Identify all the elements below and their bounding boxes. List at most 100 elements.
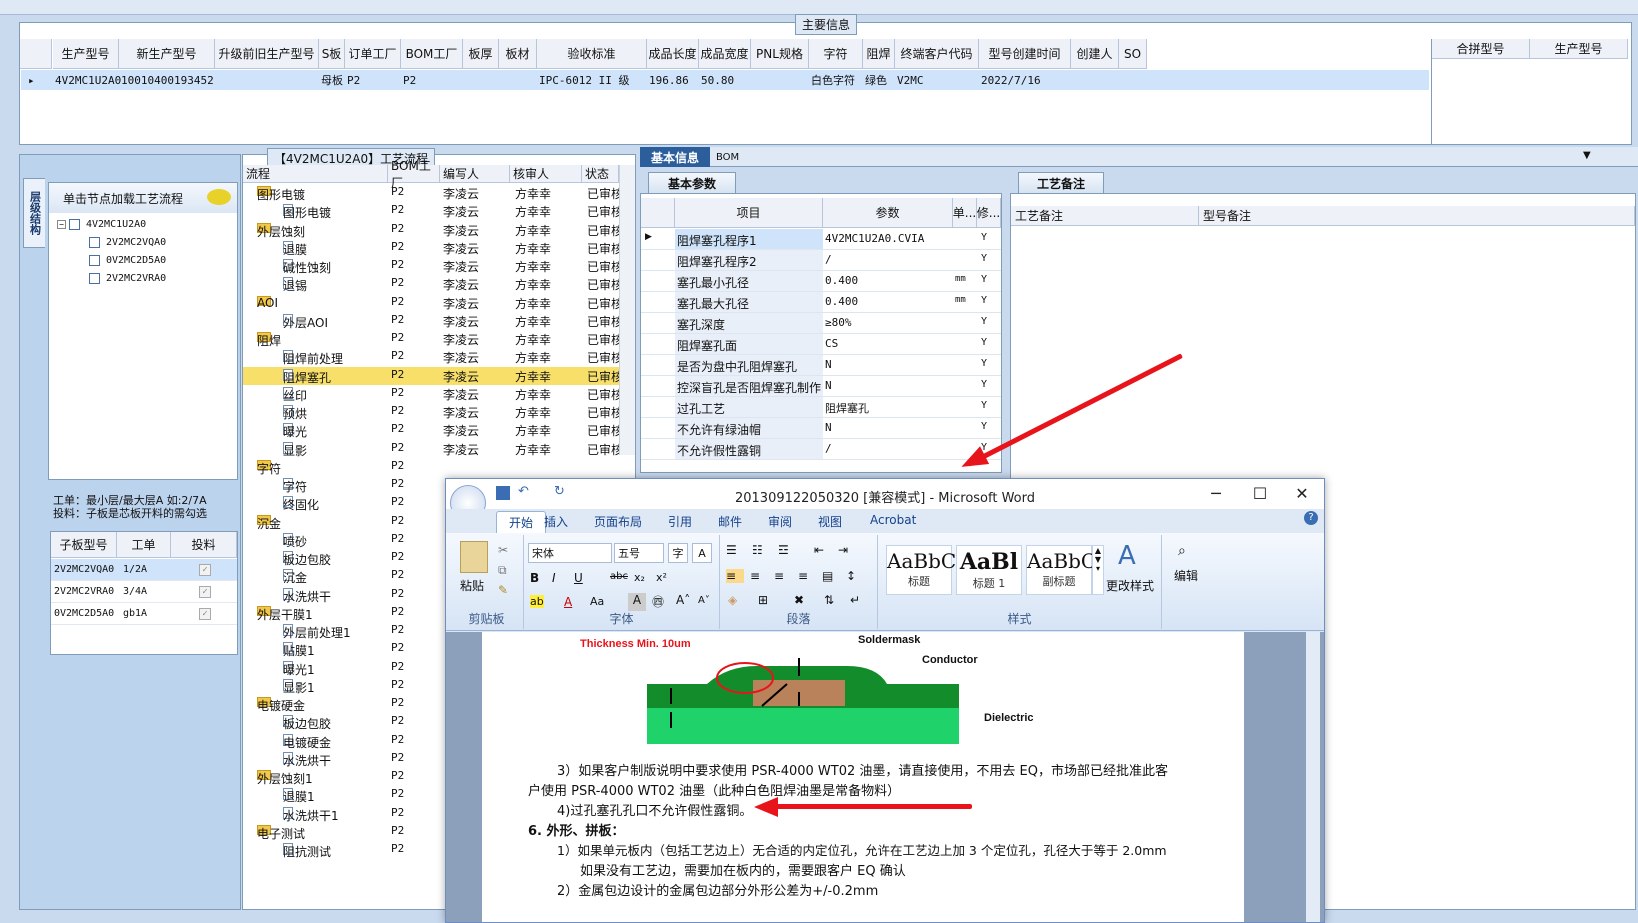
col-modify[interactable]: 修... <box>977 198 1001 228</box>
flow-row[interactable]: 图形电镀 P2 李凌云 方幸幸 已审核 <box>243 202 635 220</box>
col-main-9[interactable]: 成品长度 <box>647 39 699 69</box>
numbering-icon[interactable]: ☷ <box>752 543 763 557</box>
main-cell[interactable]: 母板 <box>321 70 347 90</box>
main-cell[interactable]: 196.86 <box>649 70 701 90</box>
col-item[interactable]: 项目 <box>675 198 823 228</box>
flow-row[interactable]: −阻焊 P2 李凌云 方幸幸 已审核 <box>243 330 635 348</box>
char-shading-icon[interactable]: A <box>628 593 646 611</box>
main-cell[interactable]: IPC-6012 II 级 <box>539 70 649 90</box>
col-merge-model[interactable]: 合拼型号 <box>1432 39 1530 59</box>
cut-icon[interactable]: ✂ <box>498 543 508 557</box>
ribbon-tab[interactable]: 页面布局 <box>594 513 642 530</box>
justify-icon[interactable]: ≡ <box>798 569 808 583</box>
main-cell[interactable] <box>1073 70 1121 90</box>
show-marks-icon[interactable]: ↵ <box>850 593 860 607</box>
font-color-icon[interactable]: A <box>564 595 572 609</box>
flow-row[interactable]: 预烘 P2 李凌云 方幸幸 已审核 <box>243 403 635 421</box>
col-main-14[interactable]: 终端客户代码 <box>895 39 979 69</box>
main-cell[interactable] <box>217 70 321 90</box>
ribbon-tab[interactable]: 视图 <box>818 513 842 530</box>
param-row[interactable]: 控深盲孔是否阻焊塞孔制作 N Y <box>641 376 1001 397</box>
flow-row[interactable]: 阻焊塞孔 P2 李凌云 方幸幸 已审核 <box>243 366 635 385</box>
col-param[interactable]: 参数 <box>823 198 953 228</box>
align-right-icon[interactable]: ≡ <box>774 569 784 583</box>
col-unit[interactable]: 单... <box>953 198 977 228</box>
shading-icon[interactable]: ◈ <box>728 593 737 607</box>
param-row[interactable]: ▶ 阻焊塞孔程序1 4V2MC1U2A0.CVIA Y <box>641 229 1001 250</box>
ribbon-tab[interactable]: Acrobat <box>870 513 916 527</box>
col-feed[interactable]: 投料 <box>171 532 237 558</box>
col-production-model[interactable]: 生产型号 <box>1530 39 1628 59</box>
bold-icon[interactable]: B <box>530 571 539 585</box>
param-row[interactable]: 不允许假性露铜 / Y <box>641 439 1001 460</box>
save-icon[interactable] <box>496 486 510 500</box>
change-case-icon[interactable]: Aa <box>590 595 604 608</box>
char-border-icon[interactable]: A <box>692 543 712 563</box>
align-left-icon[interactable]: ≡ <box>726 569 744 583</box>
italic-icon[interactable]: I <box>552 571 556 585</box>
main-cell[interactable] <box>753 70 811 90</box>
underline-icon[interactable]: U <box>574 571 583 585</box>
main-cell[interactable]: P2 <box>403 70 465 90</box>
feed-checkbox[interactable]: ✓ <box>199 607 211 620</box>
undo-icon[interactable]: ↶ <box>518 484 529 499</box>
superscript-icon[interactable]: x² <box>656 571 667 584</box>
align-center-icon[interactable]: ≡ <box>750 569 760 583</box>
style-title[interactable]: AaBbC 标题 <box>886 545 956 595</box>
col-sub-model[interactable]: 子板型号 <box>51 532 117 558</box>
chat-bubble-icon[interactable] <box>207 189 231 205</box>
style-subtitle[interactable]: AaBbC 副标题 <box>1026 545 1096 595</box>
col-main-6[interactable]: 板厚 <box>463 39 499 69</box>
redo-icon[interactable]: ↻ <box>554 484 565 499</box>
col-model-memo[interactable]: 型号备注 <box>1199 206 1635 226</box>
col-bom-factory[interactable]: BOM工厂 <box>388 159 440 190</box>
param-row[interactable]: 阻焊塞孔面 CS Y <box>641 334 1001 355</box>
tab-bom[interactable]: BOM <box>712 147 752 167</box>
main-cell[interactable]: 白色字符 <box>811 70 865 90</box>
flow-row[interactable]: 退锡 P2 李凌云 方幸幸 已审核 <box>243 275 635 293</box>
tab-process-memo[interactable]: 工艺备注 <box>1018 172 1104 194</box>
tab-hierarchy[interactable]: 层级结构 <box>23 178 45 248</box>
col-process-memo[interactable]: 工艺备注 <box>1011 206 1199 226</box>
col-main-3[interactable]: S板 <box>319 39 345 69</box>
minimize-icon[interactable]: ─ <box>1196 483 1236 505</box>
change-styles-label[interactable]: 更改样式 <box>1106 577 1154 594</box>
col-main-8[interactable]: 验收标准 <box>537 39 647 69</box>
borders-icon[interactable]: ⊞ <box>758 593 768 607</box>
main-cell[interactable]: 4V2MC1U2A0 <box>55 70 121 90</box>
grow-font-icon[interactable]: A˄ <box>676 593 690 607</box>
tree-node[interactable]: 2V2MC2VQA0 <box>89 237 166 248</box>
bullets-icon[interactable]: ☰ <box>726 543 737 557</box>
ribbon-tab[interactable]: 审阅 <box>768 513 792 530</box>
main-cell[interactable] <box>465 70 501 90</box>
flow-row[interactable]: 外层AOI P2 李凌云 方幸幸 已审核 <box>243 312 635 330</box>
ribbon-tab[interactable]: 插入 <box>544 513 568 530</box>
format-painter-icon[interactable]: ✎ <box>498 583 508 597</box>
main-cell[interactable]: 10010400193452 <box>121 70 217 90</box>
increase-indent-icon[interactable]: ⇥ <box>838 543 848 557</box>
document-scrollbar[interactable] <box>1306 632 1320 922</box>
tree-node[interactable]: 0V2MC2D5A0 <box>89 255 166 266</box>
binoculars-icon[interactable]: ⌕ <box>1178 543 1186 559</box>
maximize-icon[interactable]: ☐ <box>1240 483 1280 505</box>
sort-icon[interactable]: ⇅ <box>824 593 834 607</box>
table-row[interactable]: 2V2MC2VRA0 3/4A ✓ <box>51 581 237 603</box>
param-row[interactable]: 塞孔最小孔径 0.400 mm Y <box>641 271 1001 292</box>
subscript-icon[interactable]: x₂ <box>634 571 645 584</box>
flow-row[interactable]: 丝印 P2 李凌云 方幸幸 已审核 <box>243 385 635 403</box>
feed-checkbox[interactable]: ✓ <box>199 585 211 598</box>
col-main-7[interactable]: 板材 <box>499 39 537 69</box>
edit-label[interactable]: 编辑 <box>1174 567 1198 584</box>
flow-row[interactable]: −字符 P2 <box>243 458 635 476</box>
tab-basic-info[interactable]: 基本信息 <box>640 147 710 167</box>
ribbon-tab[interactable]: 引用 <box>668 513 692 530</box>
col-main-4[interactable]: 订单工厂 <box>345 39 401 69</box>
tree-node[interactable]: 2V2MC2VRA0 <box>89 273 166 284</box>
col-main-10[interactable]: 成品宽度 <box>699 39 751 69</box>
param-row[interactable]: 塞孔深度 ≥80% Y <box>641 313 1001 334</box>
flow-row[interactable]: −AOI P2 李凌云 方幸幸 已审核 <box>243 294 635 312</box>
tab-basic-params[interactable]: 基本参数 <box>648 172 736 194</box>
strikethrough-icon[interactable]: abc <box>610 571 628 582</box>
tree-root[interactable]: −4V2MC1U2A0 <box>57 219 146 230</box>
collapse-icon[interactable]: − <box>57 220 66 229</box>
